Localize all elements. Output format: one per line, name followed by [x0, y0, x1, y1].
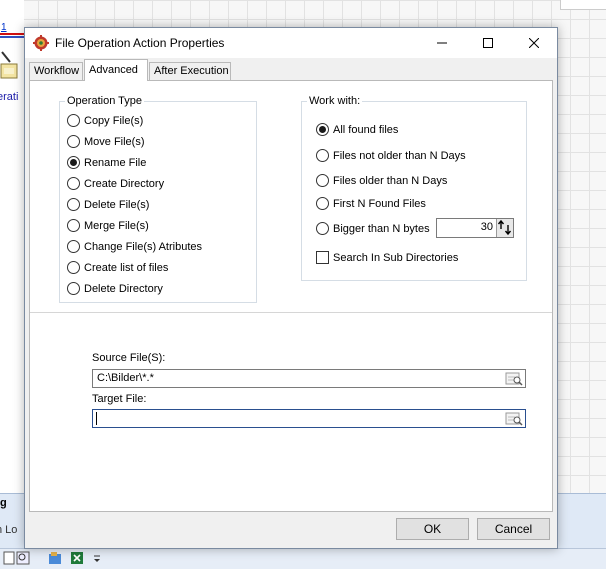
zoom-icon[interactable] — [16, 551, 30, 565]
radio-label: First N Found Files — [333, 197, 426, 210]
radio-button[interactable] — [67, 177, 80, 190]
radio-first-n-found[interactable]: First N Found Files — [316, 197, 426, 210]
background-operation-label: erati — [0, 91, 19, 103]
advanced-tab-page: Operation Type Copy File(s) Move File(s)… — [29, 80, 553, 512]
maximize-button[interactable] — [465, 28, 511, 58]
radio-label: Change File(s) Atributes — [84, 240, 202, 253]
browse-icon[interactable] — [505, 371, 523, 386]
file-operation-dialog: File Operation Action Properties Workflo… — [24, 27, 558, 549]
radio-rename-file[interactable]: Rename File — [67, 156, 146, 169]
radio-label: Delete File(s) — [84, 198, 150, 211]
background-panel-title: g — [0, 497, 7, 509]
cancel-button[interactable]: Cancel — [477, 518, 550, 540]
radio-merge-files[interactable]: Merge File(s) — [67, 219, 149, 232]
radio-label: Merge File(s) — [84, 219, 149, 232]
radio-label: Bigger than N bytes — [333, 222, 430, 235]
radio-button[interactable] — [67, 198, 80, 211]
radio-copy-files[interactable]: Copy File(s) — [67, 114, 143, 127]
spin-up-down-icon — [497, 219, 512, 236]
target-file-label: Target File: — [92, 393, 147, 405]
background-left-panel — [0, 0, 24, 569]
close-icon — [529, 38, 539, 48]
radio-label: Files older than N Days — [333, 174, 448, 187]
checkbox-label: Search In Sub Directories — [333, 251, 459, 264]
tab-advanced[interactable]: Advanced — [84, 59, 148, 81]
radio-move-files[interactable]: Move File(s) — [67, 135, 145, 148]
maximize-icon — [483, 38, 493, 48]
source-file-input[interactable]: C:\Bilder\*.* — [92, 369, 526, 388]
dialog-footer: OK Cancel — [25, 514, 557, 548]
minimize-button[interactable] — [419, 28, 465, 58]
radio-change-attributes[interactable]: Change File(s) Atributes — [67, 240, 202, 253]
spin-buttons[interactable] — [496, 219, 513, 237]
radio-button[interactable] — [316, 149, 329, 162]
radio-label: Move File(s) — [84, 135, 145, 148]
background-tool-icon[interactable] — [0, 50, 20, 80]
dialog-title: File Operation Action Properties — [55, 36, 225, 50]
radio-older-than[interactable]: Files older than N Days — [316, 174, 447, 187]
ok-button[interactable]: OK — [396, 518, 469, 540]
search-subdirectories-checkbox[interactable]: Search In Sub Directories — [316, 251, 458, 264]
excel-icon[interactable] — [70, 551, 84, 565]
radio-create-directory[interactable]: Create Directory — [67, 177, 164, 190]
background-panel-tab[interactable]: n Lo — [0, 524, 17, 536]
browse-icon[interactable] — [505, 411, 523, 426]
checkbox[interactable] — [316, 251, 329, 264]
radio-label: Create list of files — [84, 261, 169, 274]
document-icon[interactable] — [2, 551, 16, 565]
text-caret — [96, 412, 97, 425]
radio-label: All found files — [333, 123, 399, 136]
radio-label: Rename File — [84, 156, 147, 169]
target-file-input[interactable] — [92, 409, 526, 428]
radio-label: Delete Directory — [84, 282, 163, 295]
radio-label: Create Directory — [84, 177, 165, 190]
background-red-line — [0, 33, 24, 35]
radio-button[interactable] — [316, 222, 329, 235]
bytes-spinner[interactable]: 30 — [436, 218, 514, 238]
radio-button[interactable] — [316, 197, 329, 210]
radio-button[interactable] — [67, 282, 80, 295]
radio-button[interactable] — [67, 240, 80, 253]
radio-delete-files[interactable]: Delete File(s) — [67, 198, 149, 211]
source-file-label: Source File(S): — [92, 352, 166, 364]
radio-button[interactable] — [316, 123, 329, 136]
bytes-value[interactable]: 30 — [481, 221, 493, 233]
radio-button[interactable] — [316, 174, 329, 187]
radio-not-older-than[interactable]: Files not older than N Days — [316, 149, 466, 162]
export-icon[interactable] — [48, 551, 62, 565]
radio-button[interactable] — [67, 261, 80, 274]
background-tab-number[interactable]: 1 — [1, 22, 7, 33]
app-gear-icon — [33, 35, 49, 51]
close-button[interactable] — [511, 28, 557, 58]
radio-button[interactable] — [67, 219, 80, 232]
radio-create-list[interactable]: Create list of files — [67, 261, 168, 274]
dropdown-arrow-icon[interactable] — [90, 551, 104, 565]
source-file-value[interactable]: C:\Bilder\*.* — [97, 372, 154, 384]
radio-button[interactable] — [67, 135, 80, 148]
radio-bigger-than[interactable]: Bigger than N bytes — [316, 222, 430, 235]
radio-label: Copy File(s) — [84, 114, 144, 127]
background-blue-line — [0, 36, 24, 38]
radio-delete-directory[interactable]: Delete Directory — [67, 282, 163, 295]
radio-all-found-files[interactable]: All found files — [316, 123, 398, 136]
operation-type-legend: Operation Type — [65, 95, 145, 107]
radio-button[interactable] — [67, 156, 80, 169]
file-paths-panel: Source File(S): C:\Bilder\*.* Target Fil… — [30, 312, 552, 511]
background-window-edge — [560, 0, 606, 10]
tab-after-execution[interactable]: After Execution — [149, 62, 231, 81]
operation-type-group: Operation Type Copy File(s) Move File(s)… — [59, 95, 257, 303]
radio-label: Files not older than N Days — [333, 149, 466, 162]
work-with-legend: Work with: — [307, 95, 363, 107]
minimize-icon — [437, 42, 447, 44]
dialog-titlebar[interactable]: File Operation Action Properties — [25, 28, 557, 58]
work-with-group: Work with: All found files Files not old… — [301, 95, 527, 281]
tab-workflow[interactable]: Workflow — [29, 62, 83, 81]
radio-button[interactable] — [67, 114, 80, 127]
